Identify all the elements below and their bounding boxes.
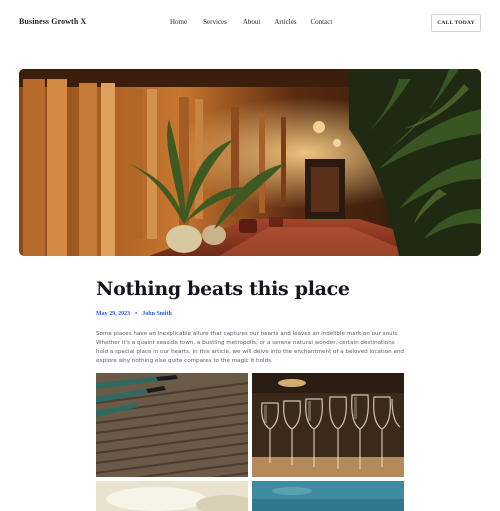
article-excerpt: Some places have an inexplicable allure … <box>96 331 404 365</box>
gallery-image-sea[interactable] <box>252 481 404 511</box>
main-nav: Home Services About Articles Contact <box>170 18 332 26</box>
article-title: Nothing beats this place <box>96 278 350 300</box>
nav-services[interactable]: Services <box>203 18 227 26</box>
call-today-button[interactable]: CALL TODAY <box>431 14 481 32</box>
meta-separator: • <box>135 311 138 317</box>
gallery-image-wine-glasses[interactable] <box>252 373 404 477</box>
hero-image <box>19 69 481 256</box>
article-meta: May 29, 2023 • John Smith <box>96 311 172 317</box>
nav-contact[interactable]: Contact <box>311 18 333 26</box>
article-author[interactable]: John Smith <box>142 311 172 317</box>
nav-home[interactable]: Home <box>170 18 187 26</box>
article-date: May 29, 2023 <box>96 311 131 317</box>
gallery-image-sky[interactable] <box>96 481 248 511</box>
gallery-image-deck-chairs[interactable] <box>96 373 248 477</box>
site-header: Business Growth X Home Services About Ar… <box>0 0 500 46</box>
brand-logo[interactable]: Business Growth X <box>19 17 86 26</box>
nav-about[interactable]: About <box>243 18 261 26</box>
nav-articles[interactable]: Articles <box>274 18 296 26</box>
